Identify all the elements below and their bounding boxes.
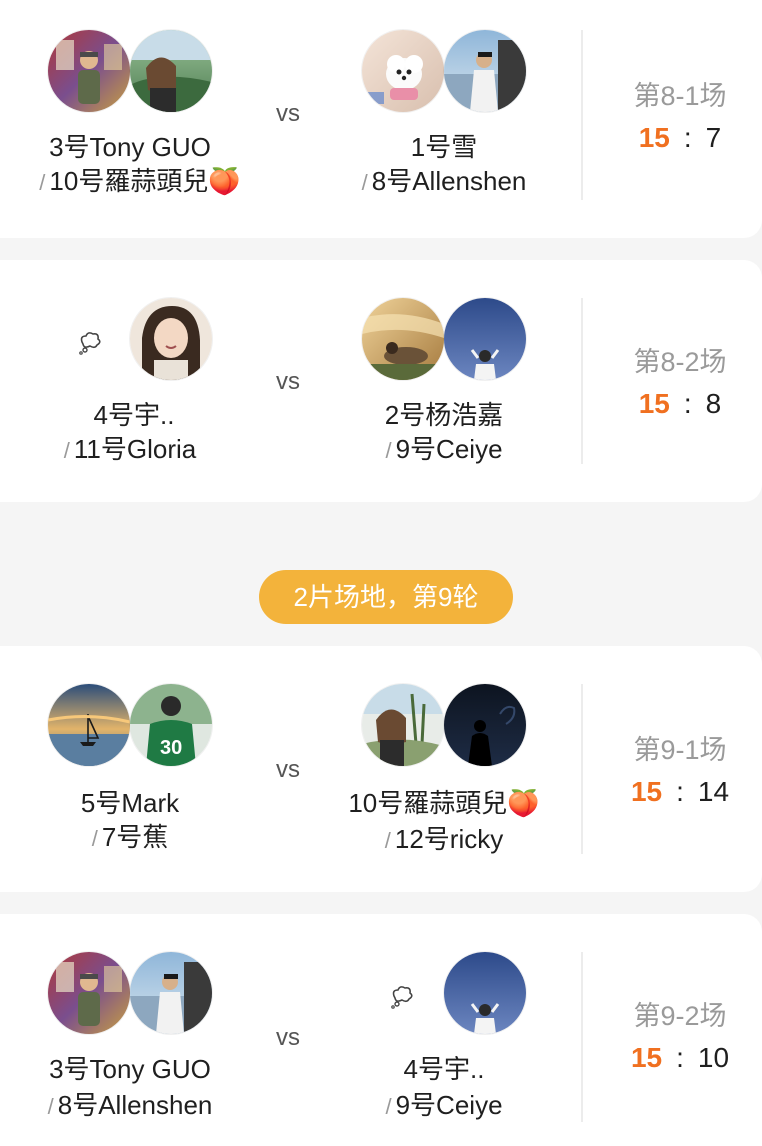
slash-separator: / <box>385 438 392 463</box>
player-avatar[interactable] <box>444 684 526 766</box>
score-team-b: 10 <box>697 1042 730 1073</box>
score-separator: : <box>676 776 684 807</box>
partner-name-line: /12号ricky <box>314 822 574 858</box>
player-name: 4号宇.. <box>93 400 175 430</box>
player-name: 9号Ceiye <box>395 434 503 464</box>
match-round-label: 第9-2场 <box>633 1001 727 1031</box>
player-name: 1号雪 <box>410 132 478 162</box>
svg-text:30: 30 <box>160 737 182 759</box>
team-a-avatars: 30 <box>48 684 308 766</box>
player-name: 5号Mark <box>80 788 180 818</box>
player-avatar[interactable] <box>130 952 212 1034</box>
match-round-label: 第8-1场 <box>633 81 727 111</box>
score-team-b: 8 <box>705 388 722 419</box>
slash-separator: / <box>47 1094 54 1119</box>
card-divider <box>581 952 583 1122</box>
slash-separator: / <box>361 170 368 195</box>
partner-name-line: /7号蕉 <box>0 820 260 856</box>
team-b-avatars <box>362 298 622 380</box>
team-b-avatars <box>362 30 622 112</box>
slash-separator: / <box>385 1094 392 1119</box>
thought-bubble-icon <box>79 332 101 355</box>
partner-name-line: /11号Gloria <box>0 432 260 468</box>
vs-label: vs <box>276 368 300 395</box>
score-separator: : <box>683 388 692 419</box>
player-name: 10号羅蒜頭兒🍑 <box>49 166 241 196</box>
player-name: 4号宇.. <box>403 1054 485 1084</box>
player-avatar[interactable] <box>444 298 526 380</box>
player-name: 9号Ceiye <box>395 1090 503 1120</box>
team-b-avatars <box>362 684 622 766</box>
player-name: 11号Gloria <box>73 434 197 464</box>
player-avatar[interactable] <box>362 298 444 380</box>
slash-separator: / <box>63 438 70 463</box>
score-team-a: 15 <box>638 122 670 153</box>
card-divider <box>581 684 583 854</box>
match-card[interactable]: 3号Tony GUO /10号羅蒜頭兒🍑 vs 1号雪 /8号Allenshen… <box>0 0 762 238</box>
slash-separator: / <box>39 170 46 195</box>
score-separator: : <box>676 1042 684 1073</box>
match-score: 15:8 <box>600 388 760 420</box>
player-avatar[interactable] <box>130 30 212 112</box>
card-divider <box>581 30 583 200</box>
score-team-a: 15 <box>630 1042 663 1073</box>
vs-label: vs <box>276 100 300 127</box>
score-team-a: 15 <box>638 388 670 419</box>
player-avatar[interactable] <box>444 30 526 112</box>
score-team-a: 15 <box>630 776 663 807</box>
player-avatar[interactable] <box>362 30 444 112</box>
player-name: 3号Tony GUO <box>49 1054 211 1084</box>
card-divider <box>581 298 583 464</box>
match-round-label: 第9-1场 <box>633 735 727 765</box>
player-name: 7号蕉 <box>101 822 169 852</box>
player-name: 12号ricky <box>394 824 504 854</box>
team-a-avatars <box>48 952 308 1034</box>
match-score: 15:7 <box>600 122 760 154</box>
player-avatar[interactable] <box>362 684 444 766</box>
score-team-b: 7 <box>705 122 722 153</box>
match-card[interactable]: 4号宇.. /11号Gloria vs 2号杨浩嘉 /9号Ceiye 第8-2场… <box>0 260 762 502</box>
team-a-avatars <box>48 30 308 112</box>
score-separator: : <box>683 122 692 153</box>
player-avatar[interactable] <box>48 30 130 112</box>
player-avatar[interactable] <box>48 952 130 1034</box>
player-name: 10号羅蒜頭兒🍑 <box>348 788 540 818</box>
match-score: 15:14 <box>600 776 760 808</box>
team-b-avatars <box>362 952 622 1034</box>
team-a-avatars <box>48 298 308 380</box>
match-card[interactable]: 3号Tony GUO /8号Allenshen vs 4号宇.. /9号Ceiy… <box>0 914 762 1146</box>
partner-name-line: /8号Allenshen <box>314 164 574 200</box>
player-avatar[interactable] <box>130 298 212 380</box>
partner-name-line: /10号羅蒜頭兒🍑 <box>10 164 270 200</box>
vs-label: vs <box>276 756 300 783</box>
slash-separator: / <box>384 828 391 853</box>
thought-bubble-icon <box>391 986 413 1009</box>
player-avatar[interactable] <box>444 952 526 1034</box>
player-name: 8号Allenshen <box>371 166 527 196</box>
player-avatar[interactable]: 30 <box>130 684 212 766</box>
partner-name-line: /8号Allenshen <box>0 1088 260 1124</box>
match-round-label: 第8-2场 <box>633 347 727 377</box>
player-name: 3号Tony GUO <box>49 132 211 162</box>
match-score: 15:10 <box>600 1042 760 1074</box>
partner-name-line: /9号Ceiye <box>314 432 574 468</box>
slash-separator: / <box>91 826 98 851</box>
player-name: 8号Allenshen <box>57 1090 213 1120</box>
player-name: 2号杨浩嘉 <box>384 400 504 430</box>
partner-name-line: /9号Ceiye <box>314 1088 574 1124</box>
player-avatar[interactable] <box>48 684 130 766</box>
round-header-badge: 2片场地，第9轮 <box>259 570 513 624</box>
score-team-b: 14 <box>697 776 730 807</box>
vs-label: vs <box>276 1024 300 1051</box>
match-card[interactable]: 30 5号Mark /7号蕉 vs 10号羅蒜頭兒🍑 /12号ricky 第9-… <box>0 646 762 892</box>
